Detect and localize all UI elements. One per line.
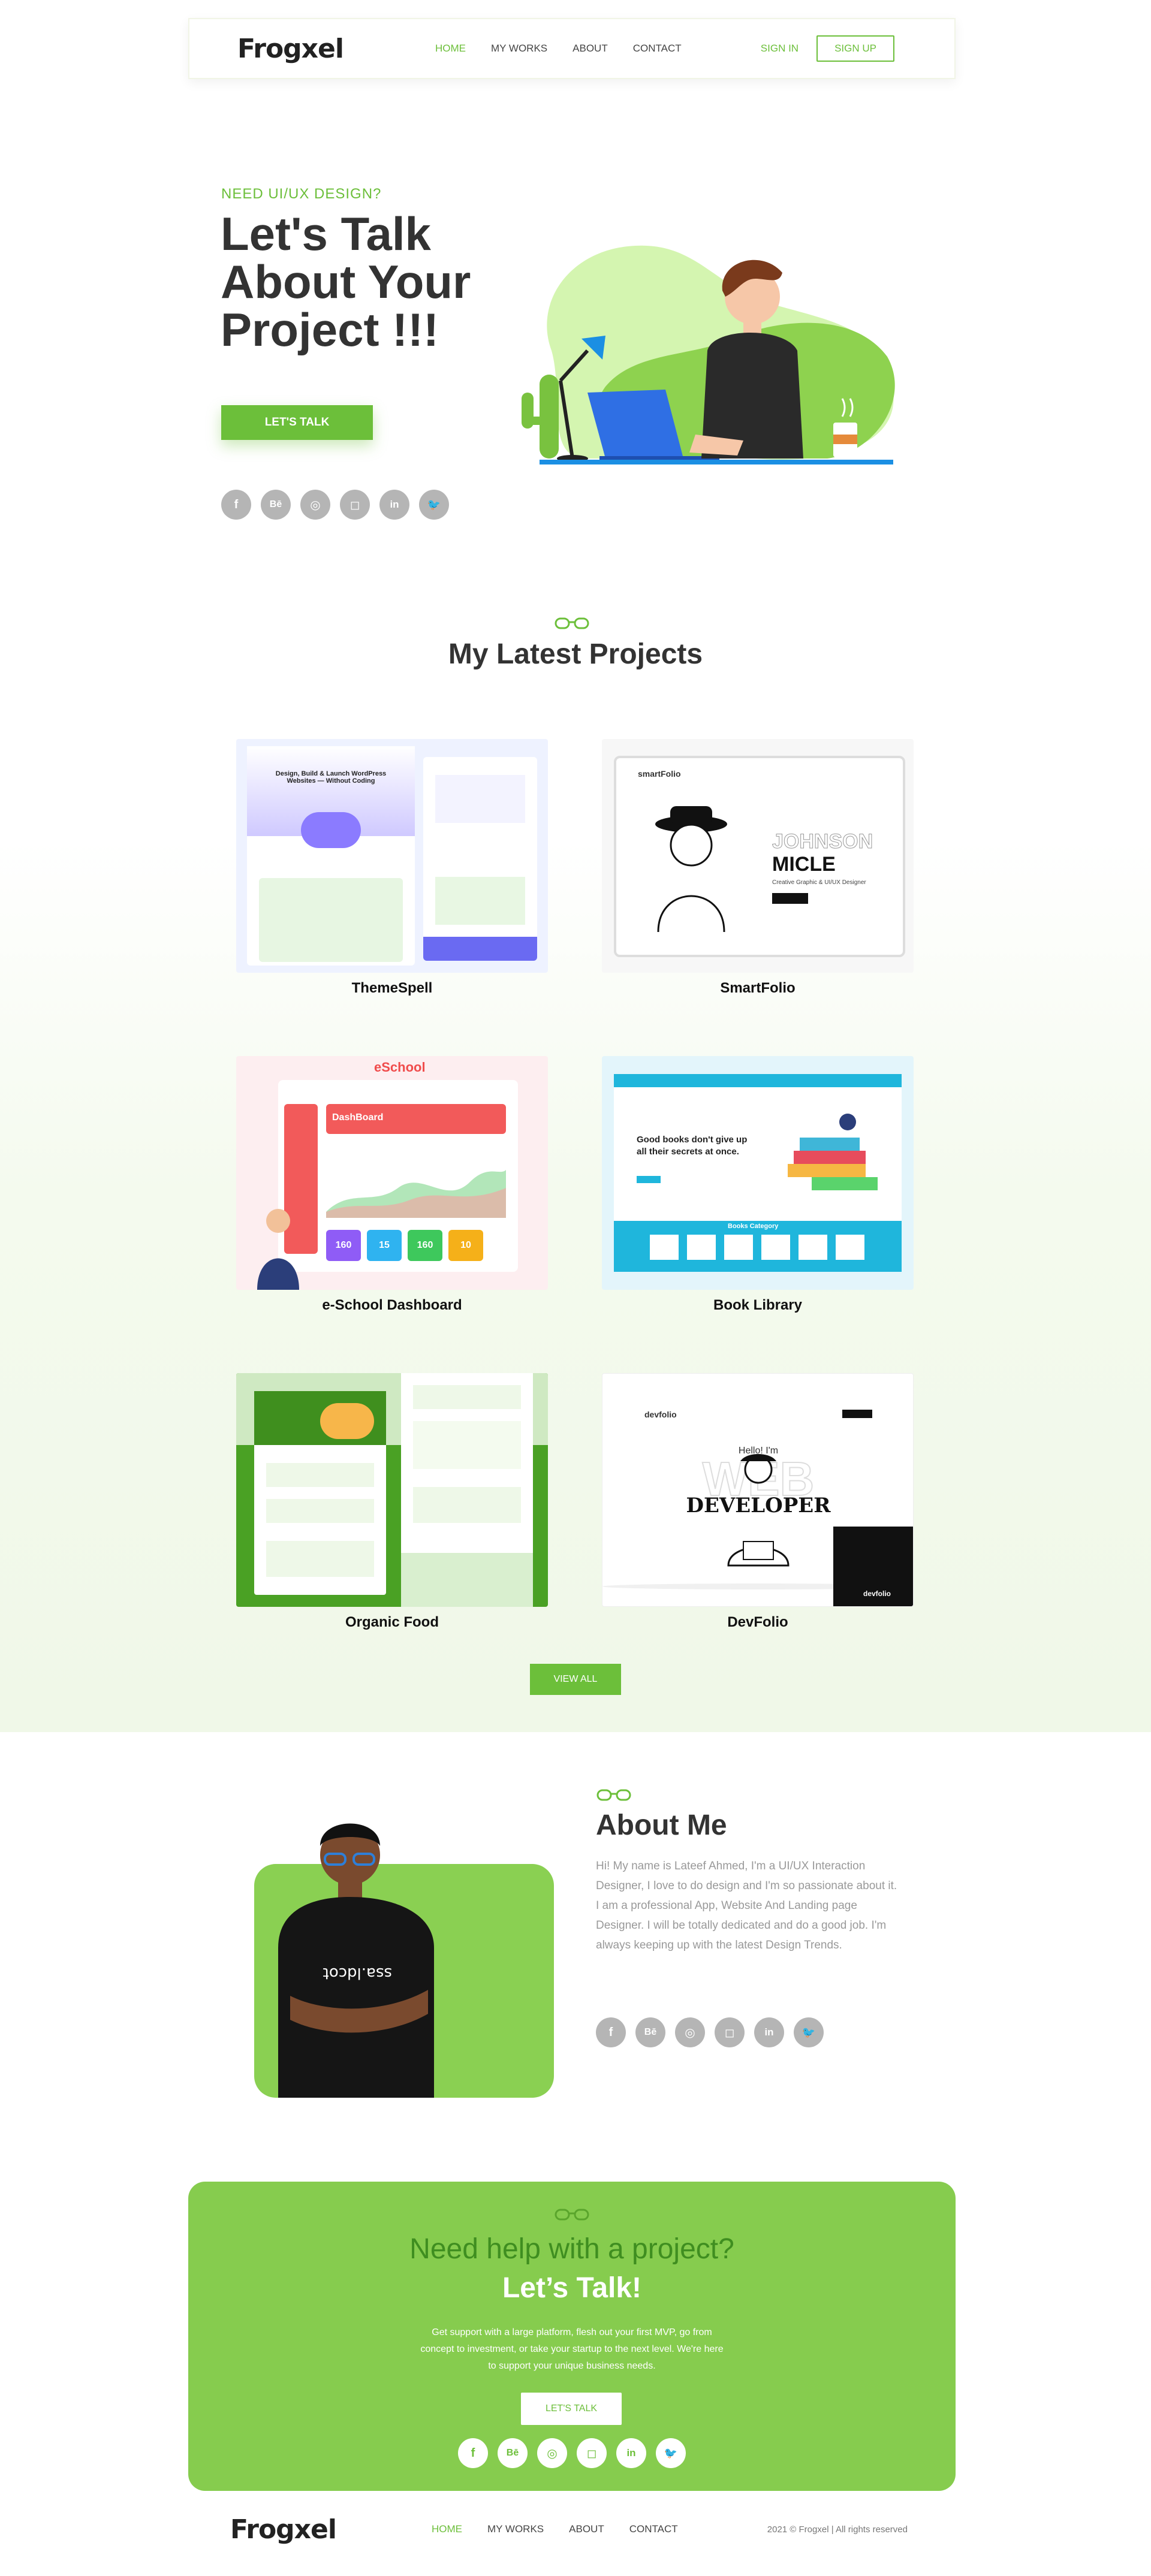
copyright: 2021 © Frogxel | All rights reserved (767, 2524, 908, 2535)
project-thumbnail: smartFolio JOHNSON MICLE Creative Graphi… (602, 739, 914, 973)
projects-title: My Latest Projects (448, 638, 703, 670)
cta-social-links: f Bē ◎ ◻ in 🐦 (458, 2438, 686, 2468)
facebook-icon[interactable]: f (221, 490, 251, 520)
footer-logo[interactable]: Frogxel (230, 2514, 337, 2545)
logo[interactable]: Frogxel (237, 34, 344, 64)
project-card-book-library[interactable]: Good books don't give up all their secre… (602, 1056, 914, 1314)
footer-nav: HOME MY WORKS ABOUT CONTACT (432, 2523, 678, 2535)
logo-text: Frogxel (230, 2514, 337, 2545)
top-navbar: Frogxel HOME MY WORKS ABOUT CONTACT SIGN… (188, 18, 956, 79)
view-all-button[interactable]: VIEW ALL (530, 1664, 621, 1695)
cta-subheading: Let’s Talk! (502, 2272, 642, 2304)
project-thumbnail: Good books don't give up all their secre… (602, 1056, 914, 1290)
lets-talk-button[interactable]: LET'S TALK (221, 405, 373, 440)
glasses-icon (596, 1789, 631, 1801)
footer-my-works-link[interactable]: MY WORKS (487, 2523, 544, 2535)
nav-menu: HOME MY WORKS ABOUT CONTACT (435, 43, 682, 55)
instagram-icon[interactable]: ◻ (715, 2017, 745, 2047)
project-card-themespell[interactable]: Design, Build & Launch WordPress Website… (236, 739, 548, 997)
about-description: Hi! My name is Lateef Ahmed, I'm a UI/UX… (596, 1860, 897, 1951)
instagram-icon[interactable]: ◻ (340, 490, 370, 520)
eschool-logo: eSchool (374, 1060, 426, 1075)
cta-banner: Need help with a project? Let’s Talk! Ge… (188, 2182, 956, 2491)
linkedin-icon[interactable]: in (616, 2438, 646, 2468)
facebook-icon[interactable]: f (458, 2438, 488, 2468)
footer-about-link[interactable]: ABOUT (569, 2523, 604, 2535)
stat-tile: 15 (367, 1230, 402, 1261)
devfolio-brand: devfolio (644, 1410, 677, 1419)
stat-tile: 10 (448, 1230, 483, 1261)
project-thumbnail: devfolio Hello! I'm WEB DEVELOPER devfol… (602, 1373, 914, 1607)
dribbble-icon[interactable]: ◎ (675, 2017, 705, 2047)
twitter-icon[interactable]: 🐦 (794, 2017, 824, 2047)
behance-icon[interactable]: Bē (261, 490, 291, 520)
behance-icon[interactable]: Bē (635, 2017, 665, 2047)
sign-in-link[interactable]: SIGN IN (761, 43, 799, 55)
project-thumbnail (236, 1373, 548, 1607)
behance-icon[interactable]: Bē (498, 2438, 528, 2468)
cta-heading: Need help with a project? (409, 2233, 734, 2265)
cta-description: Get support with a large platform, flesh… (420, 2327, 724, 2371)
svg-text:ssa.ldcot: ssa.ldcot (323, 1964, 392, 1982)
project-name: DevFolio (727, 1614, 788, 1630)
smartfolio-subtitle: Creative Graphic & UI/UX Designer (772, 879, 866, 886)
nav-my-works-link[interactable]: MY WORKS (491, 43, 547, 55)
devfolio-brand-footer: devfolio (863, 1589, 891, 1598)
project-card-devfolio[interactable]: devfolio Hello! I'm WEB DEVELOPER devfol… (602, 1373, 914, 1631)
project-name: Organic Food (345, 1614, 439, 1630)
twitter-icon[interactable]: 🐦 (656, 2438, 686, 2468)
footer-home-link[interactable]: HOME (432, 2523, 462, 2535)
hero-illustration (522, 245, 895, 464)
project-card-organic-food[interactable]: Organic Food (236, 1373, 548, 1631)
auth-links: SIGN IN SIGN UP (761, 35, 894, 62)
project-name: Book Library (713, 1297, 803, 1313)
smartfolio-name: MICLE (772, 853, 836, 876)
stat-tile: 160 (326, 1230, 361, 1261)
dribbble-icon[interactable]: ◎ (300, 490, 330, 520)
project-card-smartfolio[interactable]: smartFolio JOHNSON MICLE Creative Graphi… (602, 739, 914, 997)
themespell-headline: Design, Build & Launch WordPress Website… (275, 770, 387, 785)
twitter-icon[interactable]: 🐦 (419, 490, 449, 520)
project-name: ThemeSpell (351, 980, 433, 996)
project-name: SmartFolio (720, 980, 796, 996)
sign-up-button[interactable]: SIGN UP (816, 35, 894, 62)
eschool-dashboard-label: DashBoard (332, 1112, 384, 1123)
glasses-icon (555, 617, 589, 629)
stat-tile: 160 (408, 1230, 442, 1261)
logo-text: Frogxel (237, 33, 344, 64)
project-thumbnail: eSchool DashBoard 160 15 160 10 (236, 1056, 548, 1290)
facebook-icon[interactable]: f (596, 2017, 626, 2047)
hero-kicker: NEED UI/UX DESIGN? (221, 186, 382, 202)
books-category-label: Books Category (728, 1223, 779, 1230)
book-headline: Good books don't give up all their secre… (637, 1135, 748, 1157)
linkedin-icon[interactable]: in (754, 2017, 784, 2047)
about-title: About Me (596, 1809, 727, 1841)
project-card-eschool[interactable]: eSchool DashBoard 160 15 160 10 e-School… (236, 1056, 548, 1314)
dribbble-icon[interactable]: ◎ (537, 2438, 567, 2468)
linkedin-icon[interactable]: in (379, 490, 409, 520)
footer-contact-link[interactable]: CONTACT (629, 2523, 678, 2535)
cta-lets-talk-button[interactable]: LET'S TALK (521, 2393, 622, 2425)
smartfolio-brand: smartFolio (638, 769, 681, 779)
about-social-links: f Bē ◎ ◻ in 🐦 (596, 2017, 824, 2047)
project-thumbnail: Design, Build & Launch WordPress Website… (236, 739, 548, 973)
hero-social-links: f Bē ◎ ◻ in 🐦 (221, 490, 449, 520)
project-name: e-School Dashboard (322, 1297, 462, 1313)
footer: Frogxel HOME MY WORKS ABOUT CONTACT 2021… (230, 2505, 908, 2553)
nav-home-link[interactable]: HOME (435, 43, 466, 55)
about-portrait: ssa.ldcot (278, 1823, 434, 2098)
glasses-icon (555, 2209, 589, 2221)
instagram-icon[interactable]: ◻ (577, 2438, 607, 2468)
hero-title: Let's Talk About Your Project !!! (221, 207, 471, 356)
smartfolio-name-outline: JOHNSON (772, 830, 873, 853)
projects-background (0, 839, 1151, 1732)
nav-about-link[interactable]: ABOUT (573, 43, 608, 55)
nav-contact-link[interactable]: CONTACT (633, 43, 682, 55)
